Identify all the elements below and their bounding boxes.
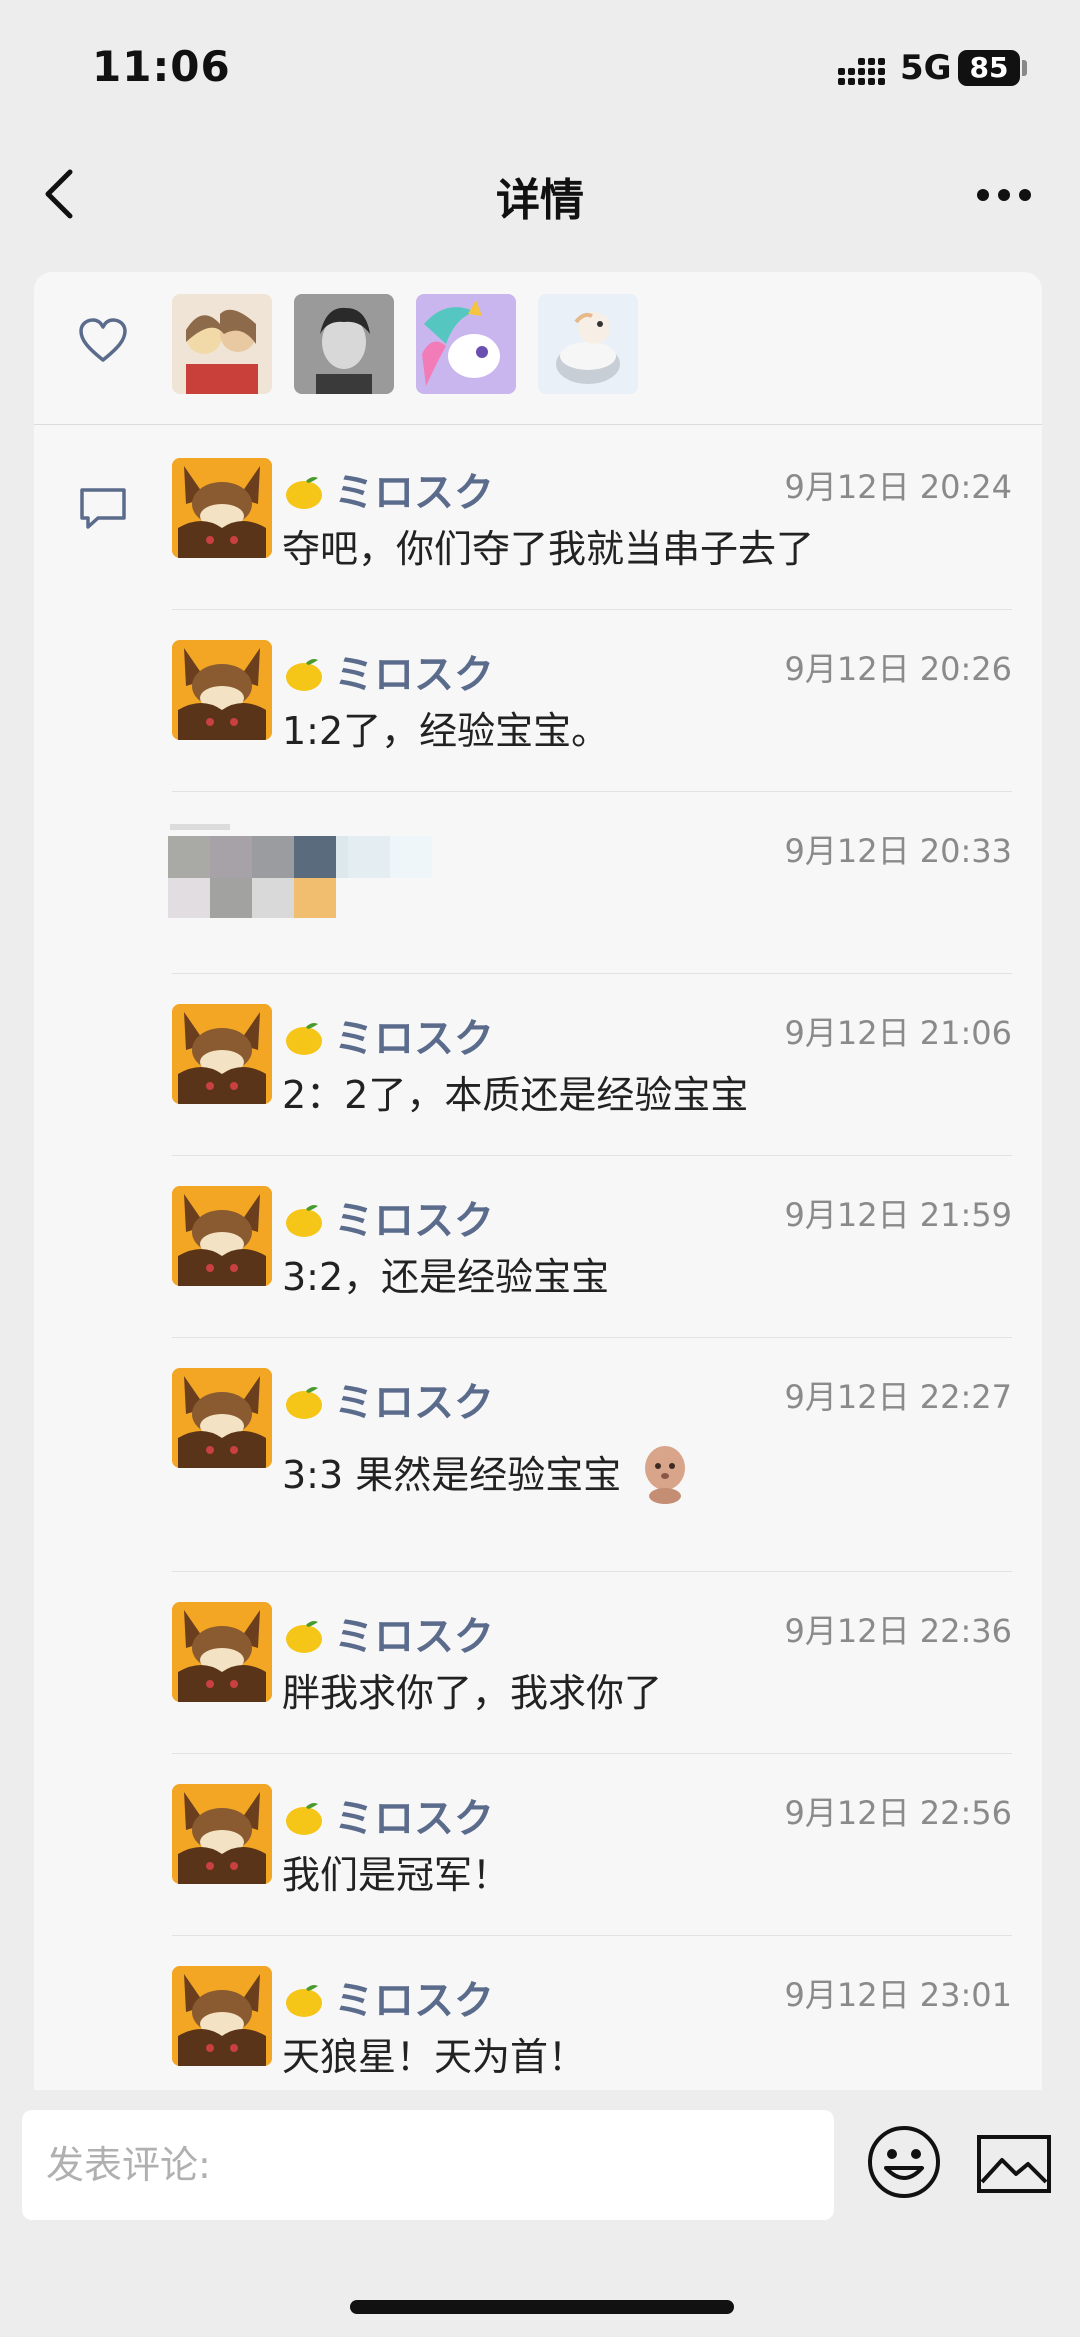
username[interactable]: ミロスク bbox=[282, 1370, 494, 1428]
comment-time: 9月12日 23:01 bbox=[784, 1976, 1012, 2014]
avatar[interactable] bbox=[172, 1186, 272, 1286]
username[interactable]: ミロスク bbox=[282, 460, 494, 518]
comment-time: 9月12日 20:24 bbox=[784, 468, 1012, 506]
comment-text: 我们是冠军！ bbox=[282, 1853, 511, 1897]
redacted-pixelated-block bbox=[168, 824, 348, 918]
lemon-icon bbox=[286, 477, 322, 509]
avatar[interactable] bbox=[172, 1602, 272, 1702]
comment-item[interactable]: ミロスク 9月12日 20:24 夺吧，你们夺了我就当串子去了 bbox=[172, 458, 1042, 610]
username[interactable]: ミロスク bbox=[282, 1188, 494, 1246]
home-indicator bbox=[350, 2300, 734, 2314]
lemon-icon bbox=[286, 1205, 322, 1237]
status-time: 11:06 bbox=[92, 42, 231, 91]
liker-avatar[interactable] bbox=[416, 294, 516, 394]
comment-time: 9月12日 20:33 bbox=[784, 832, 1012, 870]
lemon-icon bbox=[286, 1387, 322, 1419]
liker-avatar[interactable] bbox=[172, 294, 272, 394]
comment-text: 胖我求你了，我求你了 bbox=[282, 1671, 663, 1715]
avatar[interactable] bbox=[172, 1004, 272, 1104]
comment-time: 9月12日 21:06 bbox=[784, 1014, 1012, 1052]
comment-item[interactable]: ミロスク 9月12日 23:01 天狼星！天为首！ bbox=[172, 1966, 1042, 2100]
liker-avatar[interactable] bbox=[294, 294, 394, 394]
battery-tip bbox=[1022, 60, 1027, 76]
comment-text: 3:2，还是经验宝宝 bbox=[282, 1255, 610, 1299]
comment-time: 9月12日 21:59 bbox=[784, 1196, 1012, 1234]
comment-item[interactable]: ミロスク 9月12日 21:06 2：2了，本质还是经验宝宝 bbox=[172, 1004, 1042, 1156]
nav-bar: 详情 bbox=[0, 140, 1080, 252]
comment-text: 3:3 果然是经验宝宝 bbox=[282, 1436, 702, 1508]
cellular-signal-icon bbox=[838, 58, 885, 85]
image-icon[interactable] bbox=[976, 2134, 1052, 2194]
battery-icon: 85 bbox=[958, 50, 1020, 86]
username[interactable]: ミロスク bbox=[282, 1006, 494, 1064]
username[interactable]: ミロスク bbox=[282, 1604, 494, 1662]
comment-item[interactable]: 9月12日 20:33 bbox=[168, 822, 1042, 974]
detail-card: ミロスク 9月12日 20:24 夺吧，你们夺了我就当串子去了 ミロスク 9月1… bbox=[34, 272, 1042, 2100]
heart-icon bbox=[79, 318, 127, 362]
comment-input[interactable]: 发表评论: bbox=[22, 2110, 834, 2220]
comment-time: 9月12日 22:56 bbox=[784, 1794, 1012, 1832]
comment-item[interactable]: ミロスク 9月12日 20:26 1:2了，经验宝宝。 bbox=[172, 640, 1042, 792]
status-bar: 11:06 5G 85 bbox=[0, 0, 1080, 140]
comment-time: 9月12日 22:27 bbox=[784, 1378, 1012, 1416]
comment-text: 2：2了，本质还是经验宝宝 bbox=[282, 1073, 749, 1117]
comment-text: 夺吧，你们夺了我就当串子去了 bbox=[282, 527, 815, 571]
avatar[interactable] bbox=[172, 1966, 272, 2066]
avatar[interactable] bbox=[172, 640, 272, 740]
avatar[interactable] bbox=[172, 458, 272, 558]
network-type: 5G bbox=[900, 48, 952, 88]
avatar[interactable] bbox=[172, 1784, 272, 1884]
comment-item[interactable]: ミロスク 9月12日 21:59 3:2，还是经验宝宝 bbox=[172, 1186, 1042, 1338]
lemon-icon bbox=[286, 1023, 322, 1055]
comment-item[interactable]: ミロスク 9月12日 22:27 3:3 果然是经验宝宝 bbox=[172, 1368, 1042, 1572]
redacted-pixelated-block bbox=[348, 836, 432, 878]
comment-item[interactable]: ミロスク 9月12日 22:36 胖我求你了，我求你了 bbox=[172, 1602, 1042, 1754]
comment-time: 9月12日 22:36 bbox=[784, 1612, 1012, 1650]
emoji-icon[interactable] bbox=[866, 2124, 942, 2200]
page-title: 详情 bbox=[496, 175, 584, 226]
comment-item[interactable]: ミロスク 9月12日 22:56 我们是冠军！ bbox=[172, 1784, 1042, 1936]
lemon-icon bbox=[286, 659, 322, 691]
comment-text: 1:2了，经验宝宝。 bbox=[282, 709, 610, 753]
username[interactable]: ミロスク bbox=[282, 1968, 494, 2026]
lemon-icon bbox=[286, 1803, 322, 1835]
liker-avatar[interactable] bbox=[538, 294, 638, 394]
comment-text: 天狼星！天为首！ bbox=[282, 2035, 587, 2079]
avatar[interactable] bbox=[172, 1368, 272, 1468]
likes-row bbox=[34, 272, 1042, 425]
username[interactable]: ミロスク bbox=[282, 642, 494, 700]
comment-icon bbox=[80, 488, 126, 529]
more-dots-icon[interactable] bbox=[976, 188, 1032, 202]
sticker-image[interactable] bbox=[629, 1436, 702, 1508]
lemon-icon bbox=[286, 1985, 322, 2017]
lemon-icon bbox=[286, 1621, 322, 1653]
comment-time: 9月12日 20:26 bbox=[784, 650, 1012, 688]
username[interactable]: ミロスク bbox=[282, 1786, 494, 1844]
